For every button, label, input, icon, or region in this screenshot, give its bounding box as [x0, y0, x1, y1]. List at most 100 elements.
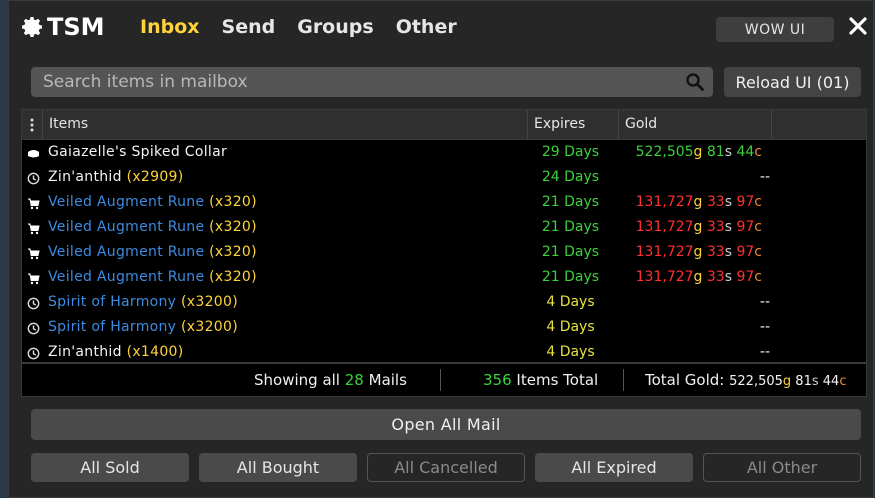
currency-unit: s — [724, 194, 733, 210]
item-name-text: Spirit of Harmony — [48, 294, 177, 310]
more-vertical-icon[interactable] — [30, 118, 34, 132]
expires-value: 4 Days — [546, 344, 595, 360]
divider — [440, 369, 441, 391]
gold-amount-s: 33 — [706, 219, 725, 235]
currency-unit: g — [693, 219, 703, 235]
expires-value: 21 Days — [541, 244, 600, 260]
table-row[interactable]: Veiled Augment Rune (x320) 21 Days 131,727… — [22, 191, 866, 216]
item-name-text: Gaiazelle's Spiked Collar — [48, 144, 228, 160]
search-placeholder: Search items in mailbox — [43, 72, 248, 92]
expires-value: 29 Days — [541, 144, 600, 160]
tab-inbox[interactable]: Inbox — [140, 16, 200, 38]
total-gold-value: 522,505g 81s 44c — [729, 374, 846, 389]
item-name[interactable]: Veiled Augment Rune (x320) — [48, 244, 257, 260]
item-name[interactable]: Zin'anthid (x2909) — [48, 169, 184, 185]
item-name[interactable]: Spirit of Harmony (x3200) — [48, 319, 238, 335]
logo-text: TSM — [47, 13, 105, 41]
item-name-text: Spirit of Harmony — [48, 319, 177, 335]
gold-empty: -- — [759, 169, 770, 185]
table-row[interactable]: Veiled Augment Rune (x320) 21 Days 131,727… — [22, 241, 866, 266]
item-name-text: Zin'anthid — [48, 169, 122, 185]
mail-count: 28 — [344, 371, 364, 389]
column-items[interactable]: Items — [43, 110, 528, 139]
table-row[interactable]: Spirit of Harmony (x3200) 4 Days -- — [22, 316, 866, 341]
all-cancelled-button[interactable]: All Cancelled — [367, 453, 525, 482]
clock-icon — [27, 347, 40, 360]
gold-amount-s: 33 — [706, 194, 725, 210]
item-name[interactable]: Spirit of Harmony (x3200) — [48, 294, 238, 310]
open-all-mail-button[interactable]: Open All Mail — [31, 409, 861, 440]
column-menu-button[interactable] — [22, 110, 43, 139]
item-name[interactable]: Veiled Augment Rune (x320) — [48, 219, 257, 235]
close-icon[interactable] — [847, 15, 869, 37]
currency-unit: g — [693, 269, 703, 285]
main-nav: Inbox Send Groups Other — [140, 16, 457, 38]
total-copper-amount: 44 — [822, 374, 840, 389]
divider — [623, 369, 624, 391]
item-quantity: (x320) — [209, 244, 257, 260]
all-bought-button[interactable]: All Bought — [199, 453, 357, 482]
column-expires[interactable]: Expires — [528, 110, 619, 139]
showing-summary: Showing all 28 Mails — [254, 371, 407, 389]
currency-unit: c — [754, 269, 762, 285]
showing-prefix: Showing all — [254, 371, 340, 389]
expires-value: 24 Days — [541, 169, 600, 185]
window-header: TSM Inbox Send Groups Other WOW UI — [9, 1, 873, 57]
item-name[interactable]: Veiled Augment Rune (x320) — [48, 194, 257, 210]
tab-other[interactable]: Other — [396, 16, 457, 38]
gold-empty: -- — [759, 344, 770, 360]
gold-amount-s: 33 — [706, 269, 725, 285]
summary-bar: Showing all 28 Mails 356 Items Total Tot… — [21, 363, 867, 397]
total-gold-amount: 522,505 — [729, 374, 783, 389]
gold-empty: -- — [759, 319, 770, 335]
table-row[interactable]: Spirit of Harmony (x3200) 4 Days -- — [22, 291, 866, 316]
item-name-text: Veiled Augment Rune — [48, 219, 205, 235]
item-quantity: (x320) — [209, 269, 257, 285]
currency-unit: c — [754, 144, 762, 160]
reload-ui-button[interactable]: Reload UI (01) — [724, 67, 861, 97]
currency-unit: s — [724, 244, 733, 260]
cart-icon — [27, 222, 40, 235]
tsm-logo: TSM — [21, 13, 105, 41]
item-name[interactable]: Veiled Augment Rune (x320) — [48, 269, 257, 285]
table-row[interactable]: Zin'anthid (x2909) 24 Days -- — [22, 166, 866, 191]
wow-ui-button[interactable]: WOW UI — [716, 17, 834, 42]
table-header: Items Expires Gold — [22, 110, 866, 140]
cart-icon — [27, 272, 40, 285]
gold-value: -- — [612, 344, 770, 360]
item-name-text: Zin'anthid — [48, 344, 122, 360]
item-quantity: (x3200) — [181, 319, 238, 335]
all-other-button[interactable]: All Other — [703, 453, 861, 482]
gold-empty: -- — [759, 294, 770, 310]
tab-send[interactable]: Send — [222, 16, 276, 38]
all-expired-button[interactable]: All Expired — [535, 453, 693, 482]
currency-unit: g — [693, 194, 703, 210]
search-icon[interactable] — [685, 72, 705, 92]
item-name[interactable]: Gaiazelle's Spiked Collar — [48, 144, 227, 160]
table-row[interactable]: Veiled Augment Rune (x320) 21 Days 131,727… — [22, 266, 866, 291]
table-row[interactable]: Veiled Augment Rune (x320) 21 Days 131,727… — [22, 216, 866, 241]
gold-amount-c: 97 — [736, 269, 755, 285]
currency-unit: g — [693, 244, 703, 260]
all-sold-button[interactable]: All Sold — [31, 453, 189, 482]
total-gold-label: Total Gold: — [645, 371, 725, 389]
gold-amount-c: 97 — [736, 244, 755, 260]
column-gold[interactable]: Gold — [619, 110, 772, 139]
gold-amount-s: 33 — [706, 244, 725, 260]
gold-amount-c: 44 — [736, 144, 755, 160]
tab-groups[interactable]: Groups — [297, 16, 373, 38]
silver-unit: s — [811, 374, 819, 389]
clock-icon — [27, 172, 40, 185]
cart-icon — [27, 197, 40, 210]
gold-amount-c: 97 — [736, 194, 755, 210]
items-suffix: Items Total — [516, 371, 599, 389]
total-gold-summary: Total Gold: 522,505g 81s 44c — [645, 371, 846, 389]
gold-value: 522,505g 81s 44c — [612, 144, 762, 160]
gold-value: -- — [612, 319, 770, 335]
currency-unit: c — [754, 244, 762, 260]
gold-amount-g: 522,505 — [635, 144, 694, 160]
search-input[interactable]: Search items in mailbox — [31, 67, 713, 97]
item-name[interactable]: Zin'anthid (x1400) — [48, 344, 184, 360]
table-row[interactable]: Gaiazelle's Spiked Collar 29 Days 522,505g… — [22, 141, 866, 166]
gold-value: -- — [612, 169, 770, 185]
